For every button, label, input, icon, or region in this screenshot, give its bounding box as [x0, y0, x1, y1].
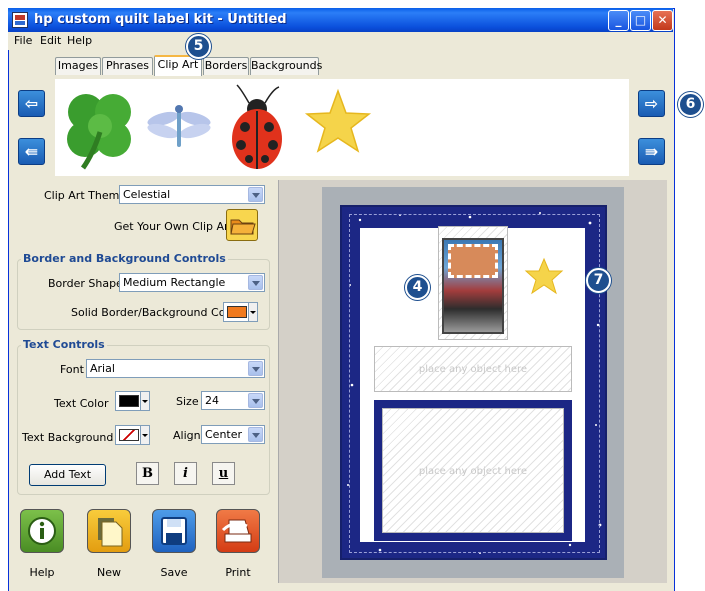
scroll-right-button[interactable]: ⇨ [638, 90, 665, 117]
border-shape-label: Border Shape [48, 277, 123, 290]
title-bar: hp custom quilt label kit - Untitled _ □… [8, 8, 673, 32]
dragonfly-clip-art[interactable] [145, 101, 215, 151]
chevron-down-icon [248, 427, 263, 442]
menu-edit[interactable]: Edit [40, 34, 61, 47]
close-button[interactable]: ✕ [652, 10, 673, 31]
dropdown-arrow-icon [140, 426, 149, 444]
font-select[interactable]: Arial [86, 359, 265, 378]
new-label: New [97, 566, 121, 579]
no-color-swatch [119, 429, 139, 441]
ladybug-clip-art[interactable] [227, 83, 287, 173]
save-button[interactable] [152, 509, 196, 553]
film-frame [448, 244, 498, 278]
border-shape-select[interactable]: Medium Rectangle [119, 273, 265, 292]
folder-button[interactable] [226, 209, 258, 241]
star-clip-art[interactable] [303, 87, 373, 157]
border-color-label: Solid Border/Background Color [71, 306, 240, 319]
tab-borders[interactable]: Borders [203, 57, 249, 75]
callout-nav: 6 [678, 92, 703, 117]
save-icon [161, 517, 187, 545]
align-select[interactable]: Center [201, 425, 265, 444]
tab-backgrounds[interactable]: Backgrounds [250, 57, 322, 75]
save-label: Save [160, 566, 188, 579]
help-button[interactable] [20, 509, 64, 553]
border-color-picker[interactable] [223, 302, 258, 322]
add-text-button[interactable]: Add Text [29, 464, 106, 486]
size-select[interactable]: 24 [201, 391, 265, 410]
shamrock-clip-art[interactable] [63, 84, 138, 172]
text-background-label: Text Background [22, 431, 114, 444]
text-group-title: Text Controls [21, 338, 107, 351]
dropdown-arrow-icon [140, 392, 149, 410]
app-icon [12, 12, 28, 28]
folder-icon [230, 219, 256, 235]
dropdown-arrow-icon [248, 303, 257, 321]
bold-button[interactable]: B [136, 462, 159, 485]
menu-bar: File Edit Help [8, 32, 673, 50]
photo-clip[interactable] [442, 238, 504, 334]
text-color-picker[interactable] [115, 391, 150, 411]
maximize-button[interactable]: □ [630, 10, 651, 31]
chevron-down-icon [248, 361, 263, 376]
border-group-title: Border and Background Controls [21, 252, 228, 265]
help-label: Help [29, 566, 55, 579]
minimize-button[interactable]: _ [608, 10, 629, 31]
tab-images[interactable]: Images [55, 57, 101, 75]
border-color-swatch [227, 306, 247, 318]
get-clip-art-label: Get Your Own Clip Art [114, 220, 233, 233]
scroll-left-button[interactable]: ⇦ [18, 90, 45, 117]
clip-art-theme-select[interactable]: Celestial [119, 185, 265, 204]
text-placeholder-1[interactable]: place any object here [374, 346, 572, 392]
text-placeholder-2[interactable]: place any object here [382, 408, 564, 533]
menu-help[interactable]: Help [67, 34, 92, 47]
size-label: Size [176, 395, 199, 408]
text-color-label: Text Color [54, 397, 109, 410]
menu-file[interactable]: File [14, 34, 32, 47]
new-document-icon [98, 518, 123, 547]
info-icon [28, 517, 56, 545]
new-button[interactable] [87, 509, 131, 553]
clip-art-strip [55, 79, 629, 176]
star-clip-on-label[interactable] [524, 257, 564, 295]
callout-photo: 4 [405, 275, 430, 300]
scroll-right-fast-button[interactable]: ⇛ [638, 138, 665, 165]
callout-tab: 5 [186, 34, 211, 59]
chevron-down-icon [248, 275, 263, 290]
italic-button[interactable]: i [174, 462, 197, 485]
text-color-swatch [119, 395, 139, 407]
chevron-down-icon [248, 393, 263, 408]
scroll-left-fast-button[interactable]: ⇚ [18, 138, 45, 165]
tab-phrases[interactable]: Phrases [102, 57, 153, 75]
chevron-down-icon [248, 187, 263, 202]
align-label: Align [173, 429, 201, 442]
callout-star: 7 [586, 268, 611, 293]
print-button[interactable] [216, 509, 260, 553]
print-label: Print [225, 566, 251, 579]
font-label: Font [60, 363, 84, 376]
window-title: hp custom quilt label kit - Untitled [34, 12, 287, 27]
underline-button[interactable]: u [212, 462, 235, 485]
text-background-picker[interactable] [115, 425, 150, 445]
printer-icon [221, 519, 252, 543]
clip-art-theme-label: Clip Art Theme [44, 189, 127, 202]
